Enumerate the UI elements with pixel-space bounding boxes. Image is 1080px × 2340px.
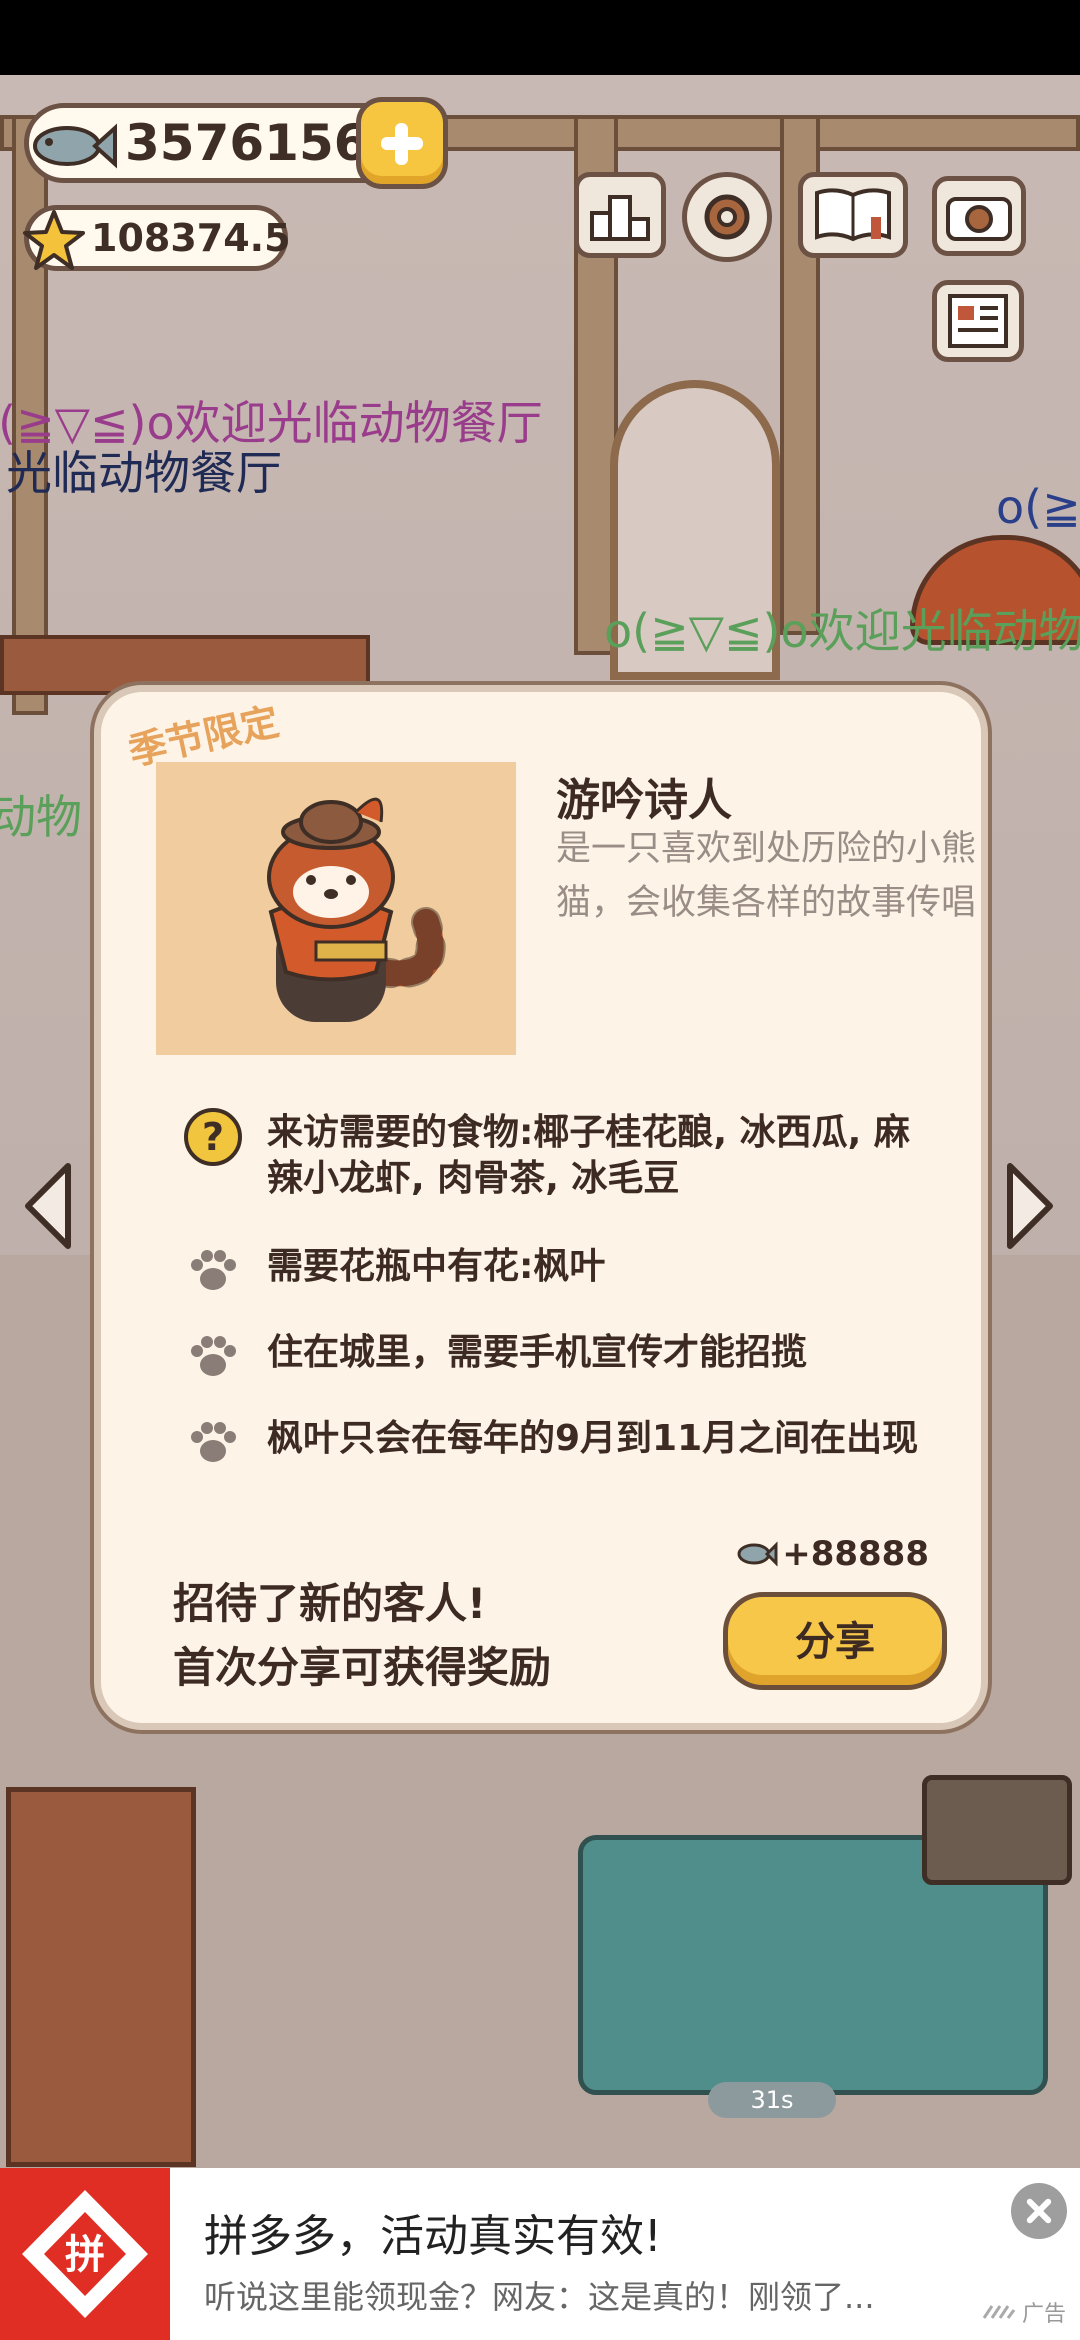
ad-subtitle: 听说这里能领现金？网友：这是真的！刚领了...	[204, 2278, 875, 2316]
add-coins-button[interactable]	[356, 97, 448, 189]
next-guest-arrow-icon[interactable]	[1000, 1160, 1060, 1252]
greeting-text: 招待了新的客人! 首次分享可获得奖励	[173, 1572, 593, 1700]
logo-text: 拼	[65, 2232, 105, 2278]
greeting-line: 首次分享可获得奖励	[173, 1643, 552, 1692]
book-icon	[815, 188, 891, 242]
guest-name: 游吟诗人	[556, 775, 732, 826]
cooking-timer: 31s	[708, 2082, 836, 2118]
requirement-text: 来访需要的食物:椰子桂花酿, 冰西瓜, 麻辣小龙虾, 肉骨茶, 冰毛豆	[267, 1112, 910, 1199]
share-reward: +88888	[736, 1534, 929, 1574]
danmaku-text: o(≧▽≦)o欢迎光临动物餐	[604, 604, 1080, 658]
share-button[interactable]: 分享	[723, 1592, 947, 1690]
requirement-text: 枫叶只会在每年的9月到11月之间在出现	[267, 1418, 919, 1459]
requirement-city: 住在城里，需要手机宣传才能招揽	[181, 1330, 941, 1382]
pinduoduo-logo-graphic: 拼	[22, 2190, 148, 2318]
ad-close-button[interactable]	[1011, 2183, 1067, 2239]
cabinet	[6, 1787, 196, 2167]
fish-icon	[33, 123, 117, 169]
new-guest-dialog: 季节限定 游吟诗人 是一只喜欢到处历险的小熊猫，会收集各样的故事传唱 ? 来访需…	[94, 685, 988, 1730]
greeting-line: 招待了新的客人!	[173, 1579, 487, 1628]
previous-guest-arrow-icon[interactable]	[18, 1160, 78, 1252]
paw-icon	[191, 1336, 236, 1376]
ad-mark-icon	[982, 2305, 1016, 2319]
danmaku-text: 动物	[0, 790, 82, 844]
danmaku-text: o(≧	[996, 480, 1080, 534]
paw-icon	[191, 1422, 236, 1462]
ad-label-text: 广告	[1021, 2302, 1066, 2327]
requirement-foods: ? 来访需要的食物:椰子桂花酿, 冰西瓜, 麻辣小龙虾, 肉骨茶, 冰毛豆	[181, 1108, 941, 1202]
requirement-season: 枫叶只会在每年的9月到11月之间在出现	[181, 1416, 941, 1468]
paw-icon	[191, 1250, 236, 1290]
requirement-text: 住在城里，需要手机宣传才能招揽	[267, 1332, 808, 1373]
pinduoduo-logo: 拼	[0, 2168, 170, 2340]
ad-banner[interactable]: 拼 拼多多，活动真实有效! 听说这里能领现金？网友：这是真的！刚领了... 广告	[0, 2168, 1080, 2340]
ad-label: 广告	[982, 2296, 1066, 2328]
newspaper-button[interactable]	[932, 280, 1024, 362]
guest-portrait	[156, 762, 516, 1055]
star-value: 108374.5	[91, 216, 291, 260]
status-bar	[0, 0, 1080, 75]
camera-button[interactable]	[932, 176, 1026, 256]
help-icon[interactable]: ?	[184, 1108, 242, 1166]
reward-amount: +88888	[782, 1534, 929, 1574]
guest-description: 是一只喜欢到处历险的小熊猫，会收集各样的故事传唱	[556, 829, 977, 923]
newspaper-icon	[948, 294, 1008, 348]
ad-title: 拼多多，活动真实有效!	[204, 2211, 662, 2262]
gear-icon	[704, 194, 750, 240]
star-icon	[23, 210, 85, 270]
danmaku-text: 光临动物餐厅	[6, 446, 282, 500]
podium-icon	[590, 195, 650, 241]
top-hat	[922, 1775, 1072, 1885]
ranking-button[interactable]	[574, 172, 666, 258]
fish-coin-value: 3576156	[125, 114, 369, 172]
recipe-book-button[interactable]	[798, 172, 908, 258]
settings-button[interactable]	[682, 172, 772, 262]
requirement-flower: 需要花瓶中有花:枫叶	[181, 1244, 941, 1296]
red-panda-bard-image	[267, 797, 446, 1022]
fish-icon	[737, 1541, 778, 1567]
star-counter: 108374.5	[23, 205, 291, 271]
requirement-text: 需要花瓶中有花:枫叶	[267, 1246, 606, 1287]
camera-icon	[946, 197, 1012, 241]
